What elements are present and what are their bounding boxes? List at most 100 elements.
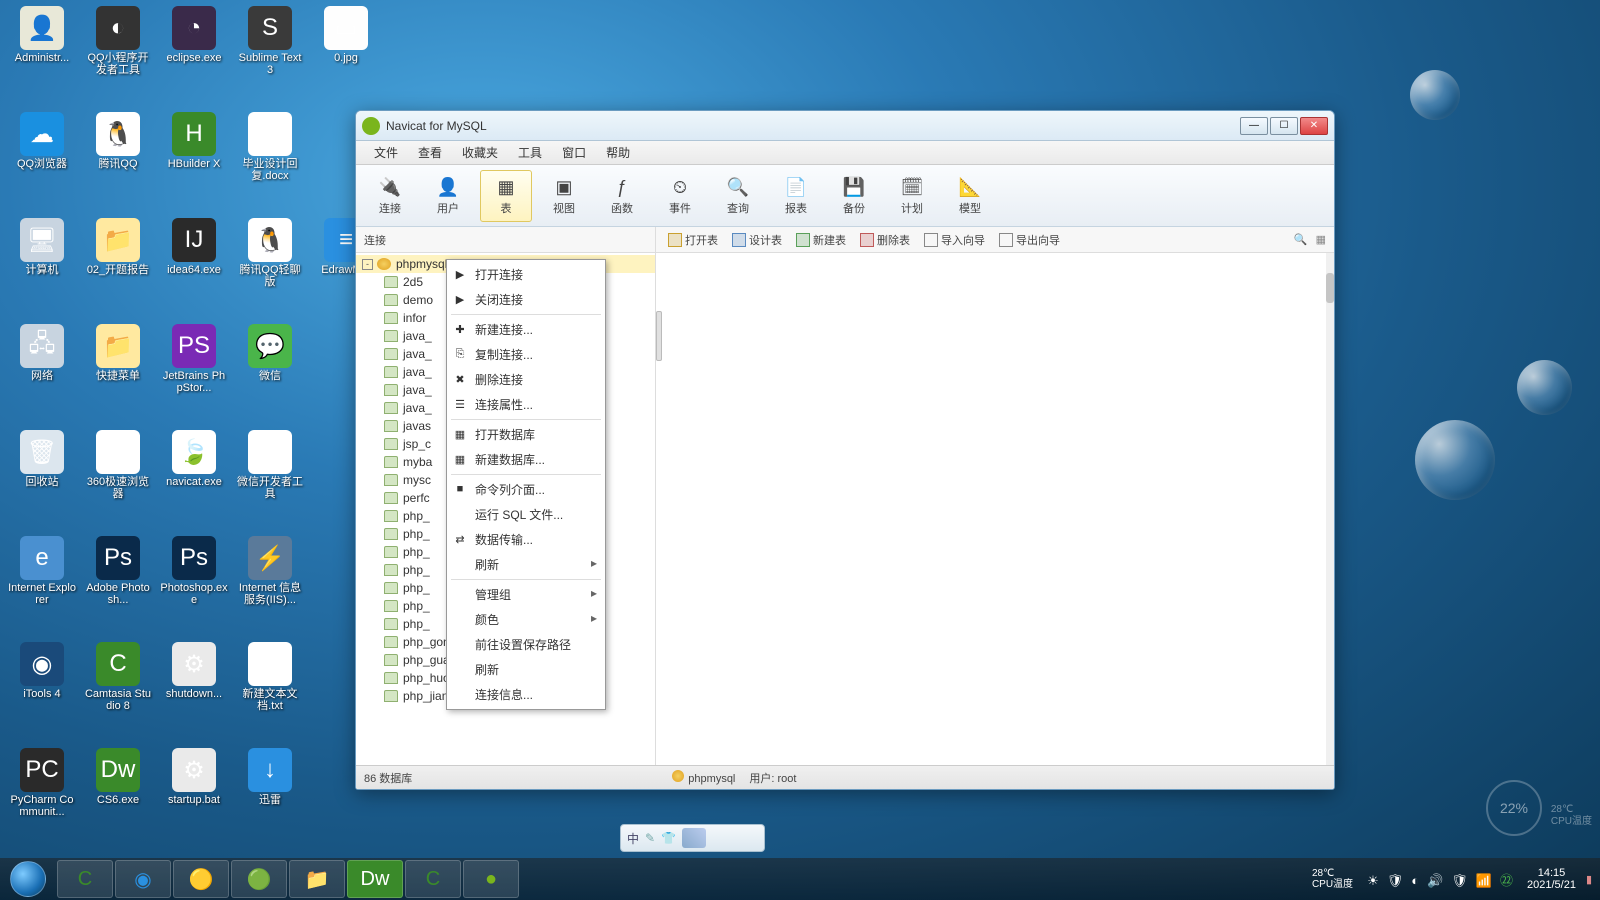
desktop-icon[interactable]: DwCS6.exe: [84, 748, 152, 806]
desktop-icon[interactable]: 🗑回收站: [8, 430, 76, 488]
toolbar-button-连接[interactable]: 🔌连接: [364, 170, 416, 222]
toolbar-button-报表[interactable]: 📄报表: [770, 170, 822, 222]
taskbar-app[interactable]: C: [57, 860, 113, 898]
context-menu-item[interactable]: 颜色▸: [447, 607, 605, 632]
desktop-icon[interactable]: 🖥计算机: [8, 218, 76, 276]
desktop-icon[interactable]: PsAdobe Photosh...: [84, 536, 152, 606]
desktop-icon[interactable]: PSJetBrains PhpStor...: [160, 324, 228, 394]
menu-item[interactable]: 工具: [508, 144, 552, 161]
desktop-icon[interactable]: HHBuilder X: [160, 112, 228, 170]
desktop-icon[interactable]: 💬微信: [236, 324, 304, 382]
menu-item[interactable]: 收藏夹: [452, 144, 508, 161]
minimize-button[interactable]: —: [1240, 117, 1268, 135]
desktop-icon[interactable]: ◐QQ小程序开发者工具: [84, 6, 152, 76]
desktop-icon[interactable]: ▭0.jpg: [312, 6, 380, 64]
taskbar-app[interactable]: ◉: [115, 860, 171, 898]
toolbar-button-计划[interactable]: 🗓计划: [886, 170, 938, 222]
taskbar-app[interactable]: C: [405, 860, 461, 898]
desktop-icon[interactable]: ◉360极速浏览器: [84, 430, 152, 500]
desktop-icon[interactable]: PCPyCharm Communit...: [8, 748, 76, 818]
context-menu-item[interactable]: ⎘复制连接...: [447, 342, 605, 367]
start-button[interactable]: [0, 858, 56, 900]
desktop-icon[interactable]: 📁快捷菜单: [84, 324, 152, 382]
action-打开表[interactable]: 打开表: [662, 230, 724, 250]
connection-tree[interactable]: -phpmysql2d5demoinforjava_java_java_java…: [356, 253, 656, 765]
ime-language-bar[interactable]: 中 ✎ 👕: [620, 824, 765, 852]
taskbar-app[interactable]: 🟢: [231, 860, 287, 898]
context-menu-item[interactable]: 刷新: [447, 657, 605, 682]
desktop-icon[interactable]: ⚡Internet 信息服务(IIS)...: [236, 536, 304, 606]
menu-item[interactable]: 查看: [408, 144, 452, 161]
context-menu-item[interactable]: ☰连接属性...: [447, 392, 605, 417]
desktop-icon[interactable]: ≡新建文本文档.txt: [236, 642, 304, 712]
taskbar-app[interactable]: 📁: [289, 860, 345, 898]
context-menu-item[interactable]: 刷新▸: [447, 552, 605, 577]
context-menu-item[interactable]: 运行 SQL 文件...: [447, 502, 605, 527]
view-mode-icon[interactable]: ▦: [1316, 233, 1326, 246]
titlebar[interactable]: Navicat for MySQL — ☐ ✕: [356, 111, 1334, 141]
toolbar-button-备份[interactable]: 💾备份: [828, 170, 880, 222]
desktop-icon[interactable]: SSublime Text 3: [236, 6, 304, 76]
status-connection: phpmysql: [688, 773, 735, 785]
desktop-icon[interactable]: CCamtasia Studio 8: [84, 642, 152, 712]
desktop-icon[interactable]: eInternet Explorer: [8, 536, 76, 606]
context-menu-item[interactable]: ✖删除连接: [447, 367, 605, 392]
context-menu-item[interactable]: ✚新建连接...: [447, 317, 605, 342]
context-menu-item[interactable]: 前往设置保存路径: [447, 632, 605, 657]
desktop-icon[interactable]: 🐧腾讯QQ: [84, 112, 152, 170]
desktop-icon[interactable]: PsPhotoshop.exe: [160, 536, 228, 606]
desktop-icon[interactable]: 🖧网络: [8, 324, 76, 382]
desktop-icon[interactable]: ↓迅雷: [236, 748, 304, 806]
search-icon[interactable]: 🔍: [1294, 233, 1308, 246]
action-新建表[interactable]: 新建表: [790, 230, 852, 250]
desktop-icon[interactable]: ◔eclipse.exe: [160, 6, 228, 64]
taskbar-app[interactable]: 🟡: [173, 860, 229, 898]
desktop-icon[interactable]: ◉iTools 4: [8, 642, 76, 700]
menu-item[interactable]: 窗口: [552, 144, 596, 161]
context-menu-item[interactable]: ▶关闭连接: [447, 287, 605, 312]
desktop-icon[interactable]: W毕业设计回复.docx: [236, 112, 304, 182]
desktop-icon[interactable]: 🍃navicat.exe: [160, 430, 228, 488]
toolbar-button-事件[interactable]: ⏲事件: [654, 170, 706, 222]
toolbar-button-表[interactable]: ▦表: [480, 170, 532, 222]
context-menu-item[interactable]: ■命令列介面...: [447, 477, 605, 502]
desktop-icon[interactable]: 🐧腾讯QQ轻聊版: [236, 218, 304, 288]
action-导入向导[interactable]: 导入向导: [918, 230, 991, 250]
toolbar-button-查询[interactable]: 🔍查询: [712, 170, 764, 222]
connection-context-menu[interactable]: ▶打开连接▶关闭连接 ✚新建连接...⎘复制连接...✖删除连接☰连接属性... ▦…: [446, 259, 606, 710]
maximize-button[interactable]: ☐: [1270, 117, 1298, 135]
pane-divider[interactable]: [656, 311, 662, 361]
menu-item[interactable]: 帮助: [596, 144, 640, 161]
context-menu-item[interactable]: ▦新建数据库...: [447, 447, 605, 472]
context-menu-item[interactable]: ▦打开数据库: [447, 422, 605, 447]
desktop-icon[interactable]: ⚙微信开发者工具: [236, 430, 304, 500]
action-导出向导[interactable]: 导出向导: [993, 230, 1066, 250]
desktop-icon[interactable]: 📁02_开题报告: [84, 218, 152, 276]
desktop-icon[interactable]: 👤Administr...: [8, 6, 76, 64]
navicat-window: Navicat for MySQL — ☐ ✕ 文件查看收藏夹工具窗口帮助 🔌连…: [355, 110, 1335, 790]
close-button[interactable]: ✕: [1300, 117, 1328, 135]
toolbar-button-模型[interactable]: 📐模型: [944, 170, 996, 222]
statusbar: 86 数据库 phpmysql 用户: root: [356, 765, 1334, 789]
tray-icons[interactable]: ☀🛡◐🔊🛡📶㉒: [1363, 870, 1517, 889]
action-设计表[interactable]: 设计表: [726, 230, 788, 250]
context-menu-item[interactable]: 管理组▸: [447, 582, 605, 607]
desktop-icon[interactable]: ⚙shutdown...: [160, 642, 228, 700]
desktop-icon[interactable]: IJidea64.exe: [160, 218, 228, 276]
context-menu-item[interactable]: 连接信息...: [447, 682, 605, 707]
toolbar-button-视图[interactable]: ▣视图: [538, 170, 590, 222]
toolbar: 🔌连接👤用户▦表▣视图ƒ函数⏲事件🔍查询📄报表💾备份🗓计划📐模型: [356, 165, 1334, 227]
menu-item[interactable]: 文件: [364, 144, 408, 161]
action-删除表[interactable]: 删除表: [854, 230, 916, 250]
context-menu-item[interactable]: ▶打开连接: [447, 262, 605, 287]
toolbar-button-用户[interactable]: 👤用户: [422, 170, 474, 222]
taskbar-app[interactable]: ●: [463, 860, 519, 898]
action-center-icon[interactable]: ▮: [1586, 873, 1592, 886]
desktop-icon[interactable]: ⚙startup.bat: [160, 748, 228, 806]
toolbar-button-函数[interactable]: ƒ函数: [596, 170, 648, 222]
desktop-icon[interactable]: ☁QQ浏览器: [8, 112, 76, 170]
tray-clock[interactable]: 14:15 2021/5/21: [1527, 867, 1576, 891]
context-menu-item[interactable]: ⇄数据传输...: [447, 527, 605, 552]
taskbar-app[interactable]: Dw: [347, 860, 403, 898]
system-monitor-widget[interactable]: 22%: [1486, 780, 1542, 836]
